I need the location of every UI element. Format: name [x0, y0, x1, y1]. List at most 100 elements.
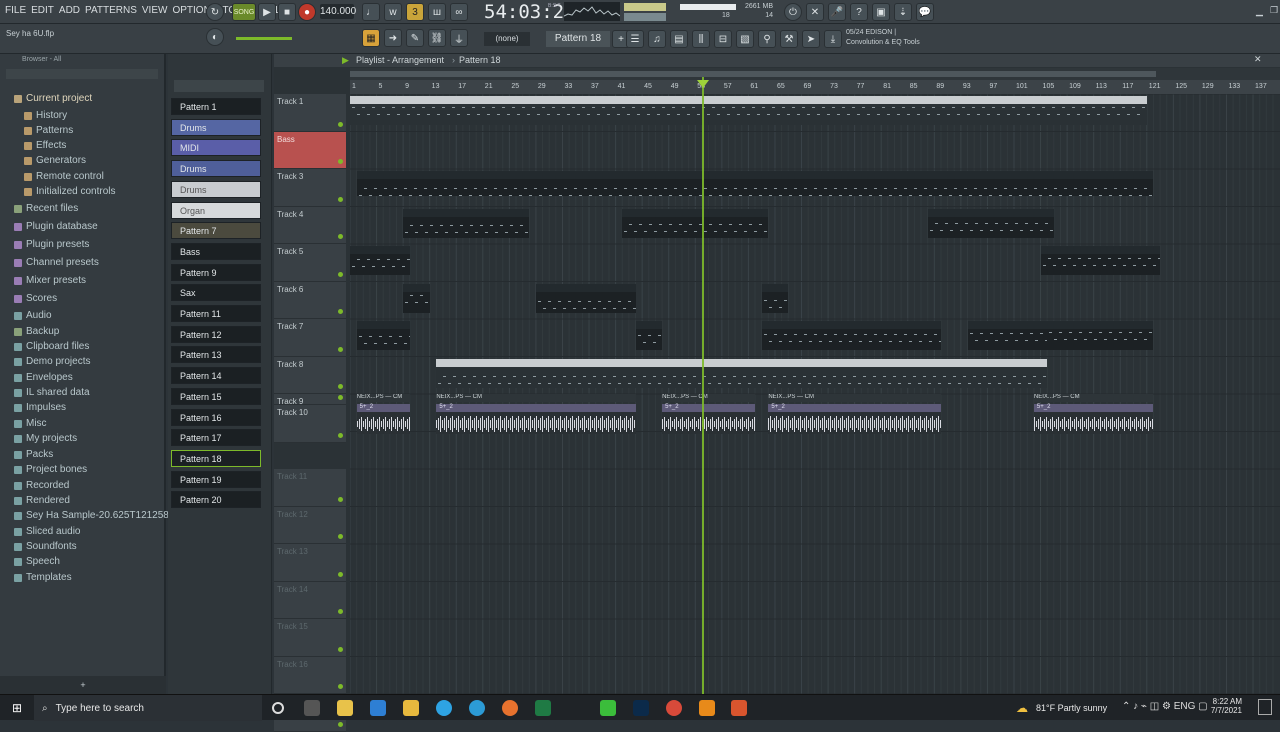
- menu-patterns[interactable]: PATTERNS: [84, 4, 138, 17]
- close-icon[interactable]: ✕: [1254, 54, 1262, 65]
- browser-item[interactable]: Demo projects: [14, 356, 90, 367]
- pattern-item[interactable]: Pattern 1: [171, 98, 261, 115]
- restore-icon[interactable]: ❐: [1270, 5, 1278, 16]
- wait-input-icon[interactable]: w: [384, 3, 402, 21]
- automation-clip[interactable]: NEIX...PS — CM: [436, 394, 636, 402]
- play-arrangement-icon[interactable]: ▶: [342, 55, 349, 66]
- browser-item[interactable]: Soundfonts: [14, 541, 77, 552]
- plugin-picker-icon[interactable]: ▧: [736, 30, 754, 48]
- song-time-display[interactable]: 54:03:20: [484, 1, 576, 23]
- track-enable-icon[interactable]: [338, 309, 343, 314]
- pattern-item[interactable]: Sax: [171, 284, 261, 302]
- loop-record-icon[interactable]: ∞: [450, 3, 468, 21]
- track-header[interactable]: Track 9: [274, 394, 346, 406]
- metronome-icon[interactable]: ♩: [362, 3, 380, 21]
- track-enable-icon[interactable]: [338, 571, 343, 577]
- download-icon[interactable]: ⤓: [824, 30, 842, 48]
- browser-item[interactable]: Packs: [14, 449, 53, 460]
- browser-tools[interactable]: [6, 69, 158, 79]
- excel-icon[interactable]: [535, 700, 551, 716]
- camtasia-icon[interactable]: [600, 700, 616, 716]
- firefox-icon[interactable]: [502, 700, 518, 716]
- picker-tools[interactable]: [174, 80, 264, 92]
- windows-start-icon[interactable]: ⊞: [12, 701, 22, 715]
- audio-clip[interactable]: 5+_2: [436, 404, 636, 434]
- master-level[interactable]: [236, 37, 292, 40]
- browser-item[interactable]: Sliced audio: [14, 526, 80, 537]
- song-mode-toggle[interactable]: SONG: [232, 3, 256, 21]
- audio-clip[interactable]: 5+_2: [768, 404, 942, 434]
- browser-item[interactable]: Backup: [14, 326, 59, 337]
- track-header[interactable]: Track 4: [274, 206, 346, 244]
- track-header[interactable]: Track 16: [274, 656, 346, 694]
- browser-item[interactable]: Initialized controls: [24, 186, 115, 197]
- browser-item[interactable]: Rendered: [14, 495, 70, 506]
- track-enable-icon[interactable]: [338, 346, 343, 352]
- track-header[interactable]: Track 15: [274, 619, 346, 657]
- piano-roll-icon[interactable]: ♫: [648, 30, 666, 48]
- menu-file[interactable]: FILE: [4, 4, 27, 17]
- browser-item[interactable]: Speech: [14, 556, 60, 567]
- playlist-clip[interactable]: Pattern 9: [403, 208, 530, 238]
- add-folder-button[interactable]: +: [0, 676, 166, 694]
- playlist-clip[interactable]: Pattern 7: [350, 246, 410, 275]
- step-edit-icon[interactable]: ш: [428, 3, 446, 21]
- playlist-clip[interactable]: Pa..1: [761, 283, 789, 313]
- playlist-clip[interactable]: Sax: [535, 283, 636, 313]
- arrow-right-icon[interactable]: ➜: [384, 29, 402, 47]
- pattern-item[interactable]: Pattern 18: [171, 449, 261, 467]
- track-enable-icon[interactable]: [338, 384, 343, 389]
- save-icon[interactable]: ▣: [872, 3, 890, 21]
- track-header[interactable]: Bass: [274, 131, 346, 169]
- track-enable-icon[interactable]: [338, 159, 343, 164]
- track-header[interactable]: Track 11: [274, 469, 346, 507]
- playlist-clip[interactable]: Organ: [436, 358, 1048, 388]
- browser-item[interactable]: Scores: [14, 293, 57, 304]
- playlist-clip[interactable]: Pattern 16: [1040, 246, 1161, 275]
- browser-item[interactable]: Misc: [14, 418, 47, 429]
- playlist-clip[interactable]: Pattern 19: [967, 321, 1048, 350]
- pattern-item[interactable]: Pattern 19: [171, 470, 261, 488]
- browser-item[interactable]: Recent files: [14, 203, 78, 214]
- chrome-icon[interactable]: [666, 700, 682, 716]
- track-header[interactable]: Track 12: [274, 506, 346, 544]
- browser-item[interactable]: Envelopes: [14, 372, 73, 383]
- master-volume-slider[interactable]: [624, 3, 666, 11]
- mixer-icon[interactable]: ✕: [806, 3, 824, 21]
- menu-add[interactable]: ADD: [58, 4, 81, 17]
- browser-icon[interactable]: ⊟: [714, 30, 732, 48]
- pattern-item[interactable]: Pattern 11: [171, 305, 261, 322]
- menu-edit[interactable]: EDIT: [30, 4, 55, 17]
- taskbar-search[interactable]: ⌕ Type here to search: [34, 695, 262, 721]
- browser-item[interactable]: Current project: [14, 93, 92, 104]
- photoshop-icon[interactable]: [633, 700, 649, 716]
- pattern-item[interactable]: Pattern 16: [171, 408, 261, 426]
- refresh-icon[interactable]: ↻: [206, 3, 224, 21]
- browser-item[interactable]: Effects: [24, 140, 66, 151]
- stamp-icon[interactable]: ⏚: [450, 29, 468, 47]
- browser-item[interactable]: Plugin database: [14, 221, 98, 232]
- track-enable-icon[interactable]: [338, 646, 343, 652]
- browser-item[interactable]: Clipboard files: [14, 341, 89, 352]
- track-header[interactable]: Track 10: [274, 405, 346, 443]
- audio-clip[interactable]: 5+_2: [1033, 404, 1154, 434]
- play-button[interactable]: ▶: [258, 3, 276, 21]
- overview-strip[interactable]: [350, 68, 1280, 80]
- chat-icon[interactable]: 💬: [916, 3, 934, 21]
- weather-text[interactable]: 81°F Partly sunny: [1036, 703, 1107, 713]
- link-icon[interactable]: ⛓: [428, 29, 446, 47]
- minimize-icon[interactable]: ▁: [1256, 6, 1263, 17]
- file-explorer-icon[interactable]: [403, 700, 419, 716]
- browser-item[interactable]: Mixer presets: [14, 275, 86, 286]
- pattern-item[interactable]: Drums: [171, 180, 261, 198]
- pattern-item[interactable]: Pattern 12: [171, 325, 261, 343]
- browser-item[interactable]: Generators: [24, 155, 86, 166]
- track-enable-icon[interactable]: [338, 432, 343, 438]
- snap-select[interactable]: (none): [484, 32, 530, 46]
- stop-button[interactable]: ■: [278, 3, 296, 21]
- record-button[interactable]: ●: [298, 3, 316, 21]
- playlist-clip[interactable]: Bass: [356, 171, 1154, 196]
- pattern-item[interactable]: Pattern 9: [171, 263, 261, 281]
- telegram-icon[interactable]: [436, 700, 452, 716]
- browser-item[interactable]: IL shared data: [14, 387, 90, 398]
